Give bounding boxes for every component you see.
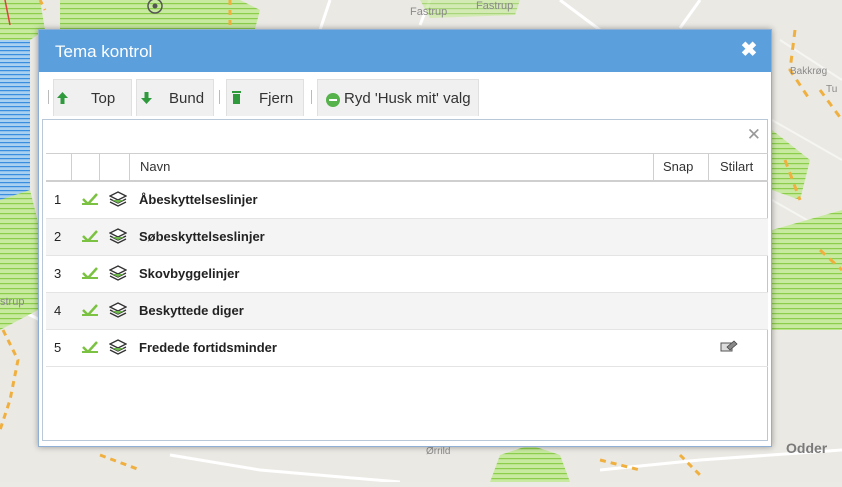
layers-icon [109,191,127,207]
table-row[interactable]: 1 Åbeskyttelseslinjer [46,182,768,219]
theme-name: Fredede fortidsminder [139,340,277,355]
style-edit-icon[interactable] [720,340,738,354]
map-label: Ørrild [426,446,451,457]
dialog-titlebar[interactable]: Tema kontrol ✖ [39,30,771,72]
map-label: Fastrup [410,6,448,18]
move-top-button[interactable]: Top [53,79,132,116]
clear-remember-label: Ryd 'Husk mit' valg [344,90,471,107]
toolbar: Top Bund Fjern Ryd 'Husk mit' valg [42,76,768,118]
column-snap-label: Snap [663,159,694,174]
table-header: Navn Snap Stilart [46,153,768,182]
layers-icon [109,265,127,281]
theme-name: Søbeskyttelseslinjer [139,229,265,244]
theme-control-dialog: Tema kontrol ✖ Top Bund Fjern Ryd 'Husk … [38,29,772,447]
column-layer [99,154,129,180]
theme-name: Beskyttede diger [139,303,244,318]
theme-name: Skovbyggelinjer [139,266,240,281]
row-number: 1 [54,192,62,207]
check-icon[interactable] [82,304,98,316]
map-label: strup [0,296,25,308]
row-number: 4 [54,303,62,318]
check-icon[interactable] [82,230,98,242]
arrow-down-icon [141,92,152,104]
table-row[interactable]: 3 Skovbyggelinjer [46,256,768,293]
table-row[interactable]: 4 Beskyttede diger [46,293,768,330]
row-number: 2 [54,229,62,244]
trash-icon [232,91,241,104]
map-label: Odder [786,440,828,456]
row-number: 3 [54,266,62,281]
move-bottom-label: Bund [169,90,205,107]
layers-icon [109,302,127,318]
column-visible [71,154,99,180]
check-icon[interactable] [82,193,98,205]
column-name-label: Navn [140,159,171,174]
remove-label: Fjern [259,90,294,107]
toolbar-separator [48,90,49,104]
column-snap[interactable]: Snap [653,154,708,180]
column-style-label: Stilart [720,159,754,174]
move-top-label: Top [91,90,116,107]
theme-list-panel: ✕ Navn Snap Stilart 1 Åbeskyttelseslinje… [42,119,768,441]
check-icon[interactable] [82,341,98,353]
dialog-title: Tema kontrol [55,42,153,61]
arrow-up-icon [57,92,68,104]
theme-name: Åbeskyttelseslinjer [139,192,258,207]
map-label: Bakkrøg [790,66,828,77]
table-row[interactable]: 2 Søbeskyttelseslinjer [46,219,768,256]
map-label: Tu [826,84,838,95]
column-name[interactable]: Navn [129,154,653,180]
move-bottom-button[interactable]: Bund [136,79,214,116]
remove-button[interactable]: Fjern [226,79,304,116]
theme-table: Navn Snap Stilart 1 Åbeskyttelseslinjer … [46,153,768,367]
column-number [46,154,71,180]
layers-icon [109,339,127,355]
row-number: 5 [54,340,62,355]
close-icon[interactable]: ✖ [739,40,759,60]
check-icon[interactable] [82,267,98,279]
clear-remember-button[interactable]: Ryd 'Husk mit' valg [317,79,479,116]
close-icon[interactable]: ✕ [747,126,761,143]
map-label: Fastrup [476,0,514,12]
toolbar-separator [311,90,312,104]
minus-circle-icon [326,93,340,107]
column-style[interactable]: Stilart [708,154,768,180]
layers-icon [109,228,127,244]
table-row[interactable]: 5 Fredede fortidsminder [46,330,768,367]
toolbar-separator [219,90,220,104]
